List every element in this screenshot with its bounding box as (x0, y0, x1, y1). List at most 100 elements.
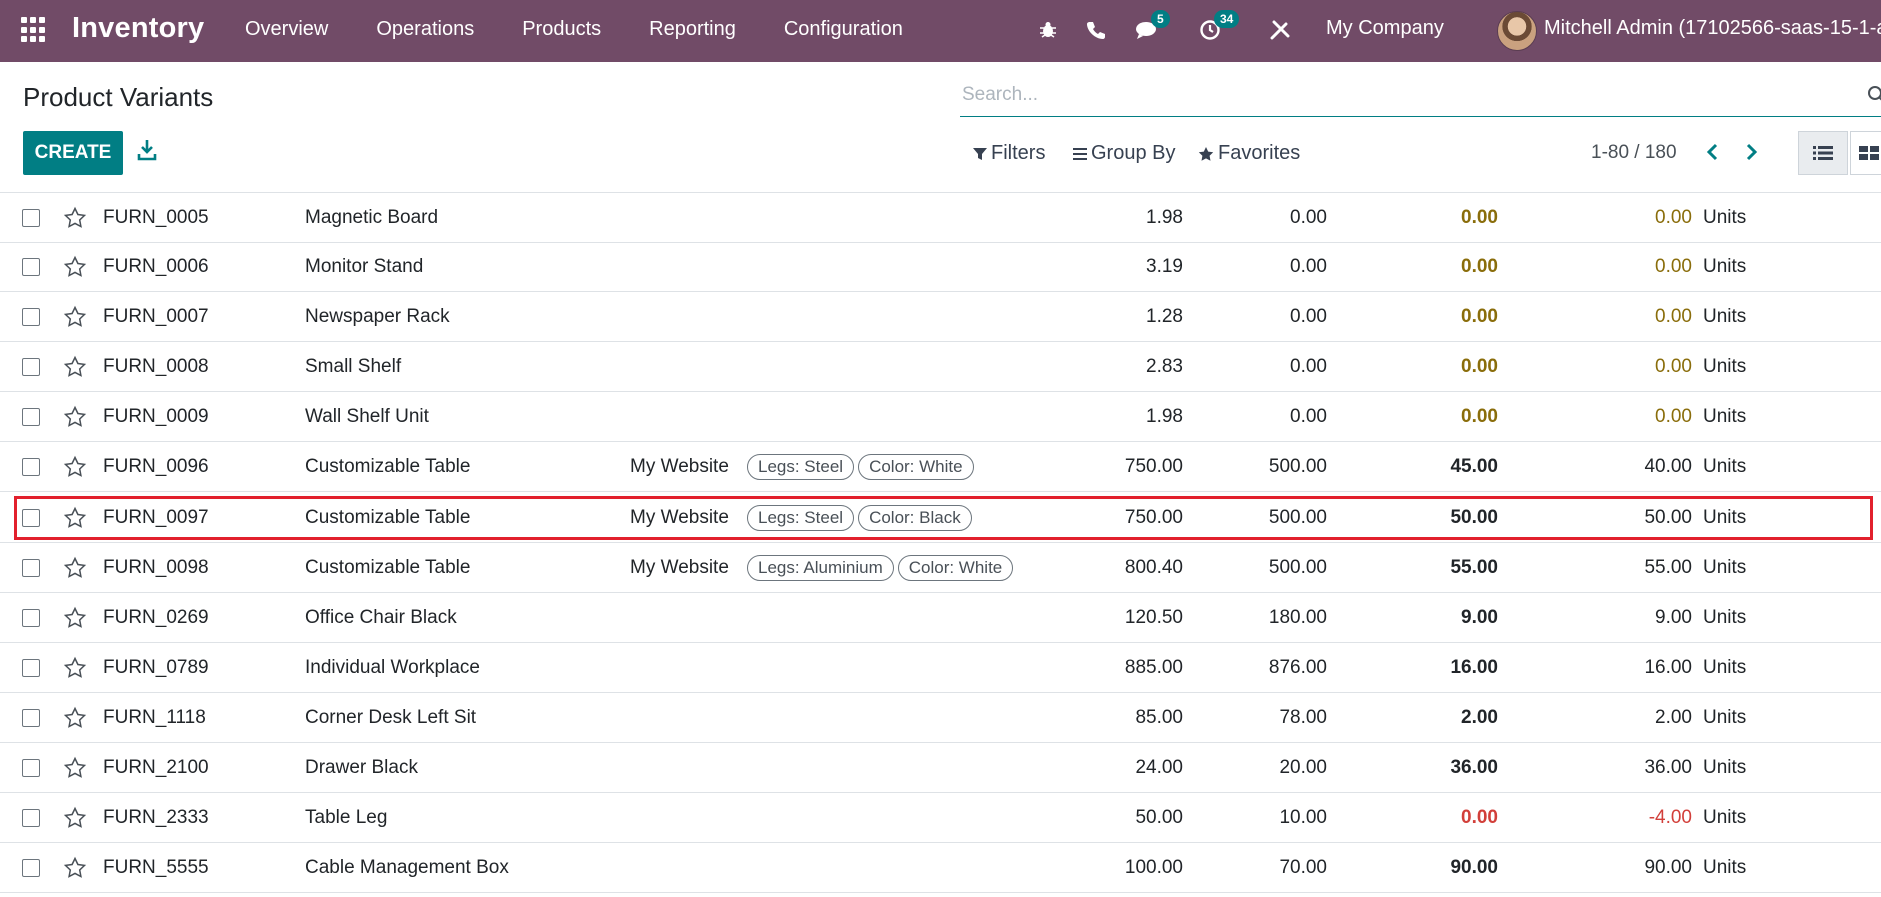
menu-products[interactable]: Products (498, 0, 625, 62)
favorites-label: Favorites (1218, 142, 1301, 164)
quantity-on-hand: 0.00 (1461, 806, 1498, 828)
star-outline-icon[interactable] (63, 193, 87, 242)
table-row[interactable]: FURN_1118 Corner Desk Left Sit 85.00 78.00 2… (0, 693, 1881, 743)
company-switcher[interactable]: My Company (1326, 17, 1444, 40)
row-checkbox[interactable] (22, 342, 40, 391)
product-name: Newspaper Rack (305, 305, 450, 327)
quantity-on-hand: 9.00 (1461, 606, 1498, 628)
clock-icon[interactable]: 34 (1196, 10, 1240, 44)
row-checkbox[interactable] (22, 643, 40, 692)
table-row[interactable]: FURN_2100 Drawer Black 24.00 20.00 36.00 36.0… (0, 743, 1881, 793)
product-website: My Website (630, 455, 729, 477)
row-checkbox[interactable] (22, 292, 40, 341)
row-checkbox[interactable] (22, 193, 40, 242)
forecasted-quantity: 0.00 (1655, 355, 1692, 377)
star-outline-icon[interactable] (63, 543, 87, 592)
row-checkbox[interactable] (22, 793, 40, 842)
groupby-button[interactable]: Group By (1073, 142, 1175, 165)
row-checkbox[interactable] (22, 843, 40, 892)
row-checkbox[interactable] (22, 693, 40, 742)
sales-price: 50.00 (1135, 806, 1183, 828)
menu-operations[interactable]: Operations (352, 0, 498, 62)
phone-icon[interactable] (1082, 16, 1110, 44)
row-checkbox[interactable] (22, 442, 40, 491)
star-outline-icon[interactable] (63, 493, 87, 542)
menu-overview[interactable]: Overview (221, 0, 352, 62)
bug-icon[interactable] (1034, 16, 1062, 44)
forecasted-quantity: 16.00 (1644, 656, 1692, 678)
table-row[interactable]: FURN_5555 Cable Management Box 100.00 70.00… (0, 843, 1881, 893)
cost: 876.00 (1268, 656, 1327, 678)
unit-of-measure: Units (1703, 506, 1747, 528)
product-name: Cable Management Box (305, 856, 509, 878)
table-row[interactable]: FURN_0096 Customizable Table My Website Leg… (0, 442, 1881, 492)
forecasted-quantity: 0.00 (1655, 206, 1692, 228)
attribute-tag: Color: White (897, 554, 1014, 581)
menu-configuration[interactable]: Configuration (760, 0, 927, 62)
menu-reporting[interactable]: Reporting (625, 0, 760, 62)
star-outline-icon[interactable] (63, 242, 87, 291)
search-icon[interactable] (1867, 85, 1881, 105)
user-menu[interactable]: Mitchell Admin (17102566-saas-15-1-al (1544, 17, 1881, 40)
favorites-button[interactable]: Favorites (1198, 142, 1300, 165)
product-name: Customizable Table (305, 506, 471, 528)
unit-of-measure: Units (1703, 455, 1747, 477)
row-checkbox[interactable] (22, 392, 40, 441)
search-bar (960, 78, 1881, 117)
apps-grid-icon[interactable] (21, 17, 47, 43)
chat-icon[interactable]: 5 (1133, 10, 1170, 44)
user-avatar[interactable] (1497, 11, 1537, 51)
cost: 0.00 (1290, 255, 1327, 277)
search-input[interactable] (960, 78, 1864, 112)
star-outline-icon[interactable] (63, 292, 87, 341)
star-outline-icon[interactable] (63, 392, 87, 441)
star-outline-icon[interactable] (63, 442, 87, 491)
row-checkbox[interactable] (22, 743, 40, 792)
row-checkbox[interactable] (22, 242, 40, 291)
unit-of-measure: Units (1703, 355, 1747, 377)
product-code: FURN_0006 (103, 255, 209, 277)
table-row[interactable]: FURN_0008 Small Shelf 2.83 0.00 0.00 0.00 Unit… (0, 342, 1881, 392)
download-icon[interactable] (136, 138, 160, 166)
sales-price: 885.00 (1124, 656, 1183, 678)
unit-of-measure: Units (1703, 206, 1747, 228)
star-outline-icon[interactable] (63, 643, 87, 692)
quantity-on-hand: 0.00 (1461, 305, 1498, 327)
table-row[interactable]: FURN_0097 Customizable Table My Website Leg… (0, 493, 1881, 543)
product-website: My Website (630, 506, 729, 528)
table-row[interactable]: FURN_0006 Monitor Stand 3.19 0.00 0.00 0.00 Un… (0, 242, 1881, 292)
table-row[interactable]: FURN_0009 Wall Shelf Unit 1.98 0.00 0.00 0.00… (0, 392, 1881, 442)
star-outline-icon[interactable] (63, 793, 87, 842)
table-row[interactable]: FURN_0789 Individual Workplace 885.00 876.0… (0, 643, 1881, 693)
list-view-button[interactable] (1798, 131, 1848, 175)
sales-price: 3.19 (1146, 255, 1183, 277)
pager-next-icon[interactable] (1739, 138, 1765, 166)
tools-icon[interactable] (1266, 16, 1294, 44)
quantity-on-hand: 0.00 (1461, 405, 1498, 427)
kanban-view-button[interactable] (1850, 131, 1881, 175)
forecasted-quantity: 50.00 (1644, 506, 1692, 528)
filters-button[interactable]: Filters (973, 142, 1045, 165)
star-outline-icon[interactable] (63, 342, 87, 391)
star-outline-icon[interactable] (63, 743, 87, 792)
unit-of-measure: Units (1703, 806, 1747, 828)
row-checkbox[interactable] (22, 593, 40, 642)
row-checkbox[interactable] (22, 493, 40, 542)
product-name: Table Leg (305, 806, 388, 828)
sales-price: 800.40 (1124, 556, 1183, 578)
app-name[interactable]: Inventory (72, 12, 204, 45)
star-outline-icon[interactable] (63, 693, 87, 742)
star-outline-icon[interactable] (63, 843, 87, 892)
table-row[interactable]: FURN_0007 Newspaper Rack 1.28 0.00 0.00 0.00 U… (0, 292, 1881, 342)
table-row[interactable]: FURN_0098 Customizable Table My Website Leg… (0, 543, 1881, 593)
table-row[interactable]: FURN_2333 Table Leg 50.00 10.00 0.00 -4.00 Uni… (0, 793, 1881, 843)
create-button[interactable]: CREATE (23, 131, 123, 175)
unit-of-measure: Units (1703, 255, 1747, 277)
star-outline-icon[interactable] (63, 593, 87, 642)
row-checkbox[interactable] (22, 543, 40, 592)
table-row[interactable]: FURN_0005 Magnetic Board 1.98 0.00 0.00 0.00 U… (0, 193, 1881, 243)
table-row[interactable]: FURN_0269 Office Chair Black 120.50 180.00 9… (0, 593, 1881, 643)
quantity-on-hand: 0.00 (1461, 206, 1498, 228)
pager-previous-icon[interactable] (1699, 138, 1725, 166)
pager-value[interactable]: 1-80 / 180 (1591, 142, 1677, 164)
